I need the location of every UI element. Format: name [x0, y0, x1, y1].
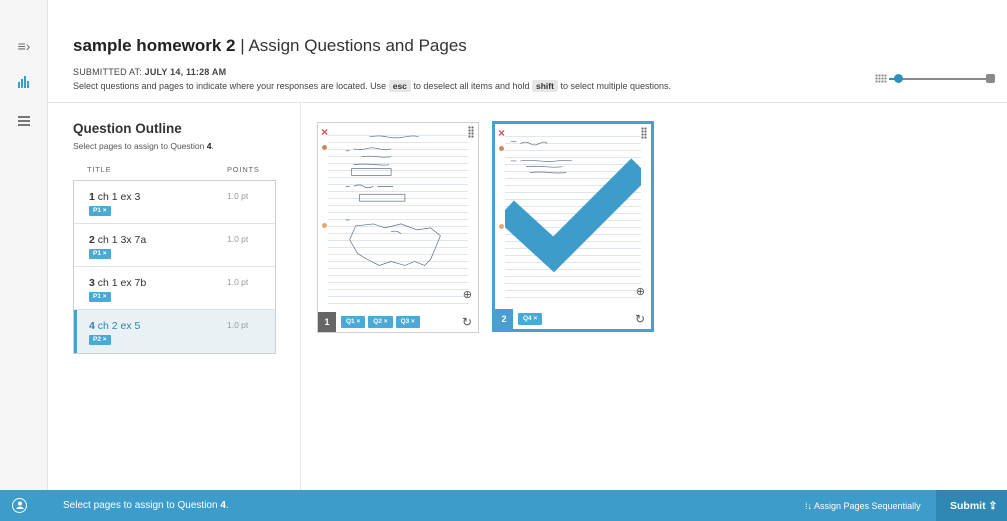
selected-check-icon — [505, 158, 641, 273]
drag-handle-icon[interactable] — [468, 126, 474, 138]
instructions-text-2: to deselect all items and hold — [413, 81, 530, 91]
instructions: Select questions and pages to indicate w… — [73, 80, 671, 92]
esc-key: esc — [388, 80, 411, 92]
outline-subtitle-text: Select pages to assign to Question — [73, 141, 205, 151]
remove-page-icon[interactable]: × — [498, 127, 505, 139]
question-outline-panel: Question Outline Select pages to assign … — [48, 102, 301, 490]
page-number: 1 — [318, 312, 336, 332]
menu-expand-icon[interactable]: ≡› — [14, 38, 34, 54]
submitted-at: SUBMITTED AT: JULY 14, 11:28 AM — [73, 67, 226, 77]
question-title: 3 ch 1 ex 7b — [89, 277, 146, 289]
outline-subtitle: Select pages to assign to Question 4. — [73, 141, 214, 151]
question-row-active[interactable]: 4 ch 2 ex 5 1.0 pt P2 × — [74, 310, 275, 353]
pages-area: × ⊕ 1 Q1 × Q2 × Q3 × ↻ × ⊕ 2 Q4 × ↻ — [302, 102, 1007, 490]
page-header: sample homework 2 | Assign Questions and… — [48, 0, 1007, 102]
page-footer: 1 Q1 × Q2 × Q3 × ↻ — [318, 307, 478, 332]
question-title: 4 ch 2 ex 5 — [89, 320, 140, 332]
assign-message: Select pages to assign to Question 4. — [63, 500, 229, 511]
page-image — [505, 130, 641, 301]
page-question-tags: Q1 × Q2 × Q3 × — [341, 316, 420, 328]
assign-pages-sequentially-button[interactable]: ⁞↓ Assign Pages Sequentially — [805, 501, 921, 511]
question-points: 1.0 pt — [227, 191, 249, 201]
question-row[interactable]: 3 ch 1 ex 7b 1.0 pt P1 × — [74, 267, 275, 310]
question-name: ch 1 3x 7a — [97, 234, 147, 246]
assign-message-suffix: . — [225, 500, 229, 511]
page-subtitle: Assign Questions and Pages — [248, 36, 467, 55]
remove-page-icon[interactable]: × — [321, 126, 328, 138]
single-page-view-icon[interactable] — [986, 74, 995, 83]
outline-list-icon[interactable] — [14, 113, 34, 129]
page-tag[interactable]: P1 × — [89, 292, 111, 302]
page-image — [328, 129, 468, 304]
bar-chart-icon[interactable] — [14, 75, 34, 91]
page-tag[interactable]: P1 × — [89, 206, 111, 216]
page-marker-icon — [322, 223, 327, 228]
question-tag[interactable]: Q3 × — [395, 316, 420, 328]
question-list: 1 ch 1 ex 3 1.0 pt P1 × 2 ch 1 3x 7a 1.0… — [73, 180, 276, 354]
left-rail: ≡› — [0, 0, 48, 490]
question-title: 1 ch 1 ex 3 — [89, 191, 140, 203]
page-question-tags: Q4 × — [518, 313, 543, 325]
question-row[interactable]: 1 ch 1 ex 3 1.0 pt P1 × — [74, 181, 275, 224]
column-title-header: TITLE — [87, 165, 112, 174]
page-footer: 2 Q4 × ↻ — [495, 304, 651, 329]
question-points: 1.0 pt — [227, 234, 249, 244]
question-number: 3 — [89, 277, 95, 289]
zoom-in-icon[interactable]: ⊕ — [636, 285, 645, 298]
page-title: sample homework 2 | Assign Questions and… — [73, 36, 467, 56]
question-name: ch 1 ex 7b — [97, 277, 147, 289]
zoom-track[interactable] — [889, 78, 987, 80]
question-points: 1.0 pt — [227, 277, 249, 287]
shift-key: shift — [532, 80, 558, 92]
user-circle-icon[interactable] — [12, 498, 27, 513]
assign-message-text: Select pages to assign to Question — [63, 500, 218, 511]
instructions-text-3: to select multiple questions. — [560, 81, 672, 91]
page-marker-icon — [322, 145, 327, 150]
drag-handle-icon[interactable] — [641, 127, 647, 139]
question-name: ch 2 ex 5 — [97, 320, 141, 332]
instructions-text-1: Select questions and pages to indicate w… — [73, 81, 387, 91]
page-thumbnail-selected[interactable]: × ⊕ 2 Q4 × ↻ — [492, 121, 654, 332]
assignment-name: sample homework 2 — [73, 36, 236, 55]
question-tag[interactable]: Q1 × — [341, 316, 366, 328]
submit-button[interactable]: Submit ⇪ — [936, 490, 1007, 521]
outline-subtitle-suffix: . — [211, 141, 214, 151]
question-row[interactable]: 2 ch 1 3x 7a 1.0 pt P1 × — [74, 224, 275, 267]
submitted-label: SUBMITTED AT: — [73, 67, 142, 77]
column-points-header: POINTS — [227, 165, 260, 174]
rotate-icon[interactable]: ↻ — [635, 312, 645, 326]
question-points: 1.0 pt — [227, 320, 249, 330]
question-tag[interactable]: Q2 × — [368, 316, 393, 328]
question-number: 1 — [89, 191, 95, 203]
question-number: 2 — [89, 234, 95, 246]
page-number: 2 — [495, 309, 513, 329]
question-number: 4 — [89, 320, 95, 332]
question-tag[interactable]: Q4 × — [518, 313, 543, 325]
page-thumbnail[interactable]: × ⊕ 1 Q1 × Q2 × Q3 × ↻ — [317, 122, 479, 333]
page-marker-icon — [499, 146, 504, 151]
page-zoom-slider[interactable] — [875, 71, 995, 87]
rotate-icon[interactable]: ↻ — [462, 315, 472, 329]
title-separator: | — [240, 36, 245, 55]
question-title: 2 ch 1 3x 7a — [89, 234, 146, 246]
page-marker-icon — [499, 224, 504, 229]
page-tag[interactable]: P2 × — [89, 335, 111, 345]
bottom-action-bar: Select pages to assign to Question 4. ⁞↓… — [0, 490, 1007, 521]
page-tag[interactable]: P1 × — [89, 249, 111, 259]
grid-view-icon[interactable] — [875, 74, 887, 83]
zoom-in-icon[interactable]: ⊕ — [463, 288, 472, 301]
outline-title: Question Outline — [73, 121, 182, 136]
question-name: ch 1 ex 3 — [97, 191, 141, 203]
submitted-value: JULY 14, 11:28 AM — [144, 67, 227, 77]
zoom-handle[interactable] — [894, 74, 904, 83]
